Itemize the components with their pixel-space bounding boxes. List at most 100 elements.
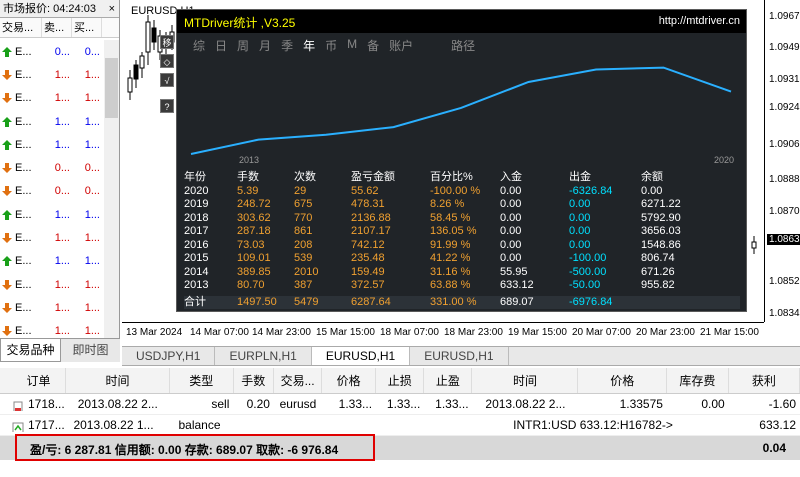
terminal-rows: 1718... 2013.08.22 2... sell 0.20 eurusd 1.33…	[0, 394, 800, 436]
stats-url[interactable]: http://mtdriver.cn	[659, 15, 740, 27]
stats-cell: 0.00	[500, 184, 522, 197]
terminal-cell: -1.60	[768, 397, 796, 411]
arrow-up-icon	[2, 209, 12, 220]
chart-tab[interactable]: USDJPY,H1	[122, 347, 216, 365]
chart-tab[interactable]: EURUSD,H1	[311, 347, 411, 365]
terminal-cell: eurusd	[279, 397, 317, 411]
terminal-col-header[interactable]: 时间	[66, 368, 170, 393]
bid-cell: 0...	[54, 162, 70, 175]
market-watch-row[interactable]: E... 1... 1...	[0, 250, 104, 273]
symbol-cell: E...	[0, 209, 42, 221]
candles-right	[751, 236, 757, 254]
time-label: 21 Mar 15:00	[700, 327, 759, 338]
chart-tab[interactable]: EURPLN,H1	[215, 347, 312, 365]
ask-cell: 1...	[84, 325, 100, 338]
arrow-down-icon	[2, 279, 12, 290]
stats-cell: 387	[294, 279, 313, 291]
terminal-col-header[interactable]: 订单	[0, 368, 66, 393]
stats-row: 2018 303.62 770 2136.88 58.45 % 0.00 0.00 5792.…	[184, 212, 740, 226]
symbol-name: E...	[15, 278, 32, 291]
balance-icon	[12, 420, 24, 432]
terminal-col-header[interactable]: 获利	[729, 368, 800, 393]
market-watch-row[interactable]: E... 1... 1...	[0, 226, 104, 249]
market-watch-row[interactable]: E... 0... 0...	[0, 156, 104, 179]
time-label: 20 Mar 07:00	[572, 327, 631, 338]
stats-cell: 58.45 %	[430, 211, 471, 224]
terminal-cell: 2013.08.22 2...	[485, 397, 566, 411]
stats-cell: 2107.17	[351, 225, 391, 237]
ask-cell: 0...	[84, 45, 100, 58]
market-watch-row[interactable]: E... 0... 0...	[0, 40, 104, 63]
terminal-row[interactable]: 1717... 2013.08.22 1... balance INTR1:USD 6…	[0, 415, 800, 436]
price-label: 1.09310	[769, 74, 800, 85]
tab-symbols[interactable]: 交易品种	[0, 339, 61, 362]
tab-tick-chart[interactable]: 即时图	[61, 339, 120, 362]
symbol-cell: E...	[0, 69, 42, 81]
stats-cell: 671.26	[641, 265, 675, 278]
stats-cell: -50.00	[569, 279, 601, 291]
stats-cell: 0.00	[569, 225, 591, 237]
symbol-cell: E...	[0, 162, 42, 174]
terminal-col-header[interactable]: 价格	[322, 368, 377, 393]
stats-total-cell: 331.00 %	[430, 295, 477, 308]
terminal-col-header[interactable]: 手数	[234, 368, 275, 393]
tool-button-1[interactable]: 移	[160, 35, 174, 49]
order-doc-icon	[12, 399, 24, 411]
col-ask[interactable]: 买...	[72, 18, 102, 37]
market-watch-row[interactable]: E... 0... 0...	[0, 180, 104, 203]
terminal-cell	[310, 415, 362, 435]
terminal-col-header[interactable]: 交易...	[274, 368, 323, 393]
terminal-cell: 2013.08.22 1...	[73, 418, 154, 432]
stats-cell: 31.16 %	[430, 265, 471, 278]
stats-row: 2019 248.72 675 478.31 8.26 % 0.00 0.00 6271.22	[184, 198, 740, 212]
balance-curve	[190, 66, 732, 155]
time-axis[interactable]: 13 Mar 2024 14 Mar 07:00 14 Mar 23:00 15 Ma…	[122, 322, 764, 343]
ask-cell: 1...	[84, 301, 100, 314]
terminal-row[interactable]: 1718... 2013.08.22 2... sell 0.20 eurusd 1.33…	[0, 394, 800, 415]
stats-cell: 0.00	[500, 225, 522, 237]
terminal-cell: 1.33575	[619, 397, 663, 411]
col-symbol[interactable]: 交易...	[0, 18, 42, 37]
terminal-col-header[interactable]: 库存费	[667, 368, 729, 393]
symbol-cell: E...	[0, 116, 42, 128]
price-label: 1.09060	[769, 139, 800, 150]
market-watch-row[interactable]: E... 1... 1...	[0, 87, 104, 110]
price-label: 1.09490	[769, 42, 800, 53]
tool-button-2[interactable]: ◇	[160, 54, 174, 68]
market-watch-scrollbar[interactable]	[104, 40, 119, 338]
price-label: 1.08700	[769, 206, 800, 217]
close-icon[interactable]: ×	[109, 0, 115, 18]
balance-line	[190, 66, 732, 155]
stats-title-bar: MTDriver统计 ,V3.25 http://mtdriver.cn	[177, 10, 746, 33]
arrow-down-icon	[2, 302, 12, 313]
terminal-col-header[interactable]: 时间	[472, 368, 579, 393]
terminal-cell: balance	[178, 418, 221, 432]
price-label: 1.08630	[767, 234, 800, 245]
chart-tab[interactable]: EURUSD,H1	[410, 347, 509, 365]
price-axis[interactable]: 1.09670 1.09490 1.09310 1.09240 1.09060 1.088…	[764, 0, 800, 322]
scrollbar-thumb[interactable]	[105, 58, 118, 118]
chart-tabs: USDJPY,H1 EURPLN,H1 EURUSD,H1 EURUSD,H1	[122, 346, 800, 366]
time-label: 15 Mar 15:00	[316, 327, 375, 338]
stats-cell: 2010	[294, 265, 319, 278]
market-watch-row[interactable]: E... 1... 1...	[0, 203, 104, 226]
market-watch-row[interactable]: E... 1... 1...	[0, 273, 104, 296]
terminal-col-header[interactable]: 价格	[578, 368, 668, 393]
stats-row: 2020 5.39 29 55.62 -100.00 % 0.00 -6326.84 0.00	[184, 185, 740, 199]
terminal-col-header[interactable]: 止盈	[424, 368, 473, 393]
help-icon[interactable]: ?	[160, 99, 174, 113]
col-bid[interactable]: 卖...	[42, 18, 72, 37]
curve-start-year: 2013	[239, 155, 260, 165]
market-watch-row[interactable]: E... 1... 1...	[0, 110, 104, 133]
market-watch-row[interactable]: E... 1... 1...	[0, 133, 104, 156]
symbol-name: E...	[15, 208, 32, 221]
terminal-col-header[interactable]: 类型	[170, 368, 234, 393]
stats-cell: 109.01	[237, 252, 271, 264]
bid-cell: 0...	[54, 185, 70, 198]
stats-total-row: 合计 1497.50 5479 6287.64 331.00 % 689.07 -6976.…	[184, 295, 740, 309]
market-watch-row[interactable]: E... 1... 1...	[0, 296, 104, 319]
terminal-col-header[interactable]: 止损	[376, 368, 425, 393]
stats-cell: 0.00	[569, 211, 591, 224]
tool-button-3[interactable]: √	[160, 73, 174, 87]
market-watch-row[interactable]: E... 1... 1...	[0, 63, 104, 86]
